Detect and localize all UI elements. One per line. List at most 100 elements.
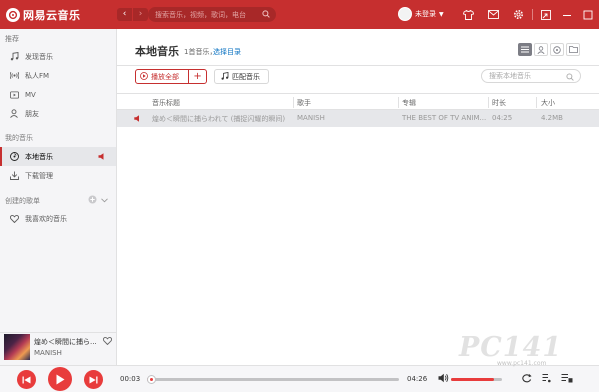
like-heart-icon[interactable] xyxy=(102,337,113,347)
column-divider[interactable] xyxy=(488,97,489,108)
caret-down-icon[interactable]: ▼ xyxy=(439,11,444,18)
maximize-icon[interactable] xyxy=(581,8,594,21)
sidebar-section-recommend: 推荐 xyxy=(5,35,19,43)
table-row[interactable]: 煌め＜瞬間に捕らわれて (捕捉闪耀的瞬间) MANISH THE BEST OF… xyxy=(117,110,599,127)
search-icon[interactable] xyxy=(566,73,574,83)
playlist-tools xyxy=(88,195,108,206)
play-icon xyxy=(56,374,65,384)
sidebar-item-local-music[interactable]: 本地音乐 xyxy=(0,147,116,166)
artist-view-button[interactable] xyxy=(534,43,548,56)
sidebar-item-label: 我喜欢的音乐 xyxy=(25,214,67,223)
speaker-icon xyxy=(98,153,106,162)
app-title: 网易云音乐 xyxy=(23,9,81,22)
song-album[interactable]: THE BEST OF TV ANIM... xyxy=(402,114,486,122)
volume-icon[interactable] xyxy=(438,373,449,385)
play-all-label: 播放全部 xyxy=(151,72,179,81)
volume-slider[interactable] xyxy=(451,378,502,381)
view-toggles xyxy=(518,43,580,56)
mail-icon[interactable] xyxy=(487,8,500,21)
add-playlist-icon[interactable] xyxy=(88,195,97,206)
local-search xyxy=(481,69,581,83)
sidebar-item-label: MV xyxy=(25,90,36,99)
global-search-input[interactable] xyxy=(155,10,259,19)
mini-mode-icon[interactable] xyxy=(539,8,552,21)
netease-logo-icon xyxy=(6,8,20,22)
sidebar-item-friends[interactable]: 朋友 xyxy=(0,104,116,123)
column-title[interactable]: 音乐标题 xyxy=(152,98,180,107)
sidebar-item-mv[interactable]: MV xyxy=(0,85,116,104)
table-header: 音乐标题 歌手 专辑 时长 大小 xyxy=(117,93,599,110)
sidebar-item-liked-music[interactable]: 我喜欢的音乐 xyxy=(0,209,116,228)
app-logo[interactable]: 网易云音乐 xyxy=(6,7,81,23)
progress-track[interactable] xyxy=(147,375,399,384)
sidebar-item-label: 下载管理 xyxy=(25,171,53,180)
local-search-input[interactable] xyxy=(489,72,567,80)
skin-icon[interactable] xyxy=(462,8,475,21)
player-bar: 00:03 04:26 xyxy=(0,365,599,392)
column-duration[interactable]: 时长 xyxy=(492,98,506,107)
user-login[interactable]: 未登录 ▼ xyxy=(398,7,444,21)
previous-icon xyxy=(22,376,31,383)
gear-icon[interactable] xyxy=(512,8,525,21)
previous-button[interactable] xyxy=(17,370,36,389)
sidebar-item-downloads[interactable]: 下载管理 xyxy=(0,166,116,185)
avatar[interactable] xyxy=(398,7,412,21)
column-divider[interactable] xyxy=(398,97,399,108)
user-name[interactable]: 未登录 xyxy=(415,9,436,19)
match-icon xyxy=(221,71,229,82)
sidebar-section-my-music: 我的音乐 xyxy=(5,134,33,142)
now-playing-card[interactable]: 煌め＜瞬間に捕ら... MANISH xyxy=(0,332,117,365)
play-circle-icon xyxy=(140,71,148,82)
playlist-queue-icon[interactable] xyxy=(561,373,573,385)
column-size[interactable]: 大小 xyxy=(541,98,555,107)
column-divider[interactable] xyxy=(293,97,294,108)
history-nav: ‹ › xyxy=(117,8,148,21)
sidebar-item-label: 本地音乐 xyxy=(25,152,53,161)
add-to-queue-icon[interactable]: + xyxy=(189,70,206,83)
back-button[interactable]: ‹ xyxy=(117,8,132,21)
sidebar: 推荐 发现音乐 私人FM MV 朋友 我的音乐 本地音乐 下载管理 创建的歌单 … xyxy=(0,29,117,332)
song-duration: 04:25 xyxy=(492,114,513,122)
next-icon xyxy=(89,376,98,383)
column-divider[interactable] xyxy=(536,97,537,108)
loop-mode-icon[interactable] xyxy=(521,374,532,385)
folder-view-button[interactable] xyxy=(566,43,580,56)
sidebar-item-label: 私人FM xyxy=(25,71,50,80)
play-all-main[interactable]: 播放全部 xyxy=(136,70,190,83)
main-panel: 本地音乐 1首音乐， 选择目录 播放全部 + 匹配音乐 搜索本地音乐 音乐标题 … xyxy=(117,29,599,332)
lyrics-icon[interactable] xyxy=(542,373,551,385)
album-view-button[interactable] xyxy=(550,43,564,56)
song-count: 1首音乐， xyxy=(184,48,217,56)
sidebar-item-discover[interactable]: 发现音乐 xyxy=(0,47,116,66)
global-search xyxy=(148,7,276,22)
progress-knob[interactable] xyxy=(147,375,156,384)
song-size: 4.2MB xyxy=(541,114,563,122)
now-playing-title[interactable]: 煌め＜瞬間に捕ら... xyxy=(34,337,98,347)
play-all-button[interactable]: 播放全部 + xyxy=(135,69,207,84)
song-artist[interactable]: MANISH xyxy=(297,114,395,122)
choose-directory-link[interactable]: 选择目录 xyxy=(213,47,241,57)
sidebar-item-label: 发现音乐 xyxy=(25,52,53,61)
list-view-button[interactable] xyxy=(518,43,532,56)
page-title: 本地音乐 xyxy=(135,45,179,58)
column-album[interactable]: 专辑 xyxy=(402,98,416,107)
top-bar: 网易云音乐 ‹ › 未登录 ▼ xyxy=(0,0,599,29)
sidebar-item-fm[interactable]: 私人FM xyxy=(0,66,116,85)
chevron-down-icon[interactable] xyxy=(101,196,108,205)
title-divider xyxy=(117,65,599,66)
album-cover[interactable] xyxy=(4,334,30,360)
window-controls xyxy=(539,8,599,21)
forward-button[interactable]: › xyxy=(133,8,148,21)
column-artist[interactable]: 歌手 xyxy=(297,98,311,107)
play-button[interactable] xyxy=(48,367,72,391)
search-icon[interactable] xyxy=(262,10,270,20)
match-music-button[interactable]: 匹配音乐 xyxy=(214,69,269,84)
minimize-icon[interactable] xyxy=(560,8,573,21)
next-button[interactable] xyxy=(84,370,103,389)
now-playing-speaker-icon xyxy=(134,115,141,124)
window-divider xyxy=(532,9,533,20)
music-note-icon xyxy=(10,52,19,61)
sidebar-item-label: 朋友 xyxy=(25,109,39,118)
total-time: 04:26 xyxy=(407,375,428,383)
now-playing-artist[interactable]: MANISH xyxy=(34,349,62,357)
